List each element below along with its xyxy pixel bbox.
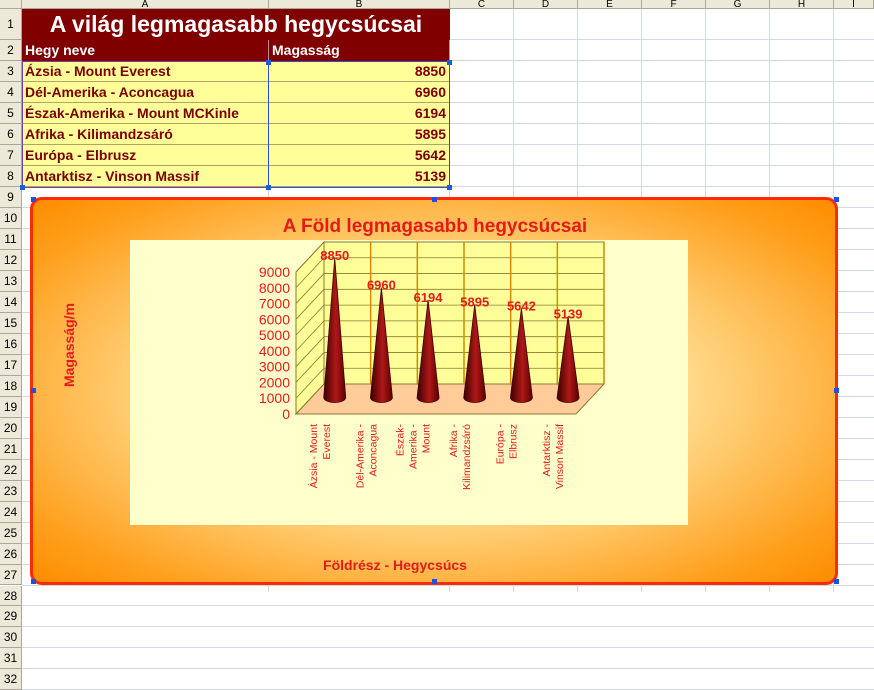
y-tick-label: 2000 [259,374,290,390]
chart-resize-handle[interactable] [31,197,36,202]
x-tick-label: Amerika - [408,424,420,469]
chart-resize-handle[interactable] [31,388,36,393]
data-label[interactable]: 6194 [414,290,444,305]
y-tick-label: 0 [282,406,290,422]
gridline [22,605,874,607]
data-label[interactable]: 5139 [554,306,583,321]
x-tick-label: Ázsia - Mount [307,424,320,488]
data-label[interactable]: 5895 [460,294,489,309]
data-label[interactable]: 6960 [367,278,396,293]
y-tick-label: 8000 [259,280,290,296]
chart-resize-handle[interactable] [31,579,36,584]
y-tick-label: 6000 [259,311,290,327]
chart-resize-handle[interactable] [834,197,839,202]
y-tick-label: 7000 [259,296,290,312]
x-tick-label: Észak- [394,424,407,457]
chart-resize-handle[interactable] [834,388,839,393]
y-tick-label: 9000 [259,264,290,280]
x-tick-label: Antarktisz - [541,424,553,477]
y-tick-label: 1000 [259,390,290,406]
x-tick-label: Európa - [495,424,507,465]
data-label[interactable]: 8850 [320,248,349,263]
row-header-32[interactable]: 32 [0,669,22,690]
x-tick-label: Elbrusz [508,424,520,459]
x-tick-label: Kilimandzsáró [461,424,473,490]
x-tick-label: Afrika - [448,424,460,458]
gridline [22,668,874,670]
row-header-31[interactable]: 31 [0,648,22,670]
chart-resize-handle[interactable] [834,579,839,584]
row-header-30[interactable]: 30 [0,627,22,649]
y-tick-label: 4000 [259,343,290,359]
chart-resize-handle[interactable] [432,197,437,202]
x-tick-label: Mount [421,424,433,453]
x-tick-label: Everest [321,424,333,460]
x-tick-label: Dél-Amerika - [355,424,367,489]
row-header-29[interactable]: 29 [0,606,22,628]
data-label[interactable]: 5642 [507,298,536,313]
gridline [22,647,874,649]
y-tick-label: 3000 [259,359,290,375]
x-tick-label: Vinson Massif [554,424,566,489]
chart-svg: 0100020003000400050006000700080009000 885… [259,240,606,490]
y-tick-label: 5000 [259,327,290,343]
x-tick-label: Aconcagua [368,424,380,477]
gridline [22,626,874,628]
chart-resize-handle[interactable] [432,579,437,584]
